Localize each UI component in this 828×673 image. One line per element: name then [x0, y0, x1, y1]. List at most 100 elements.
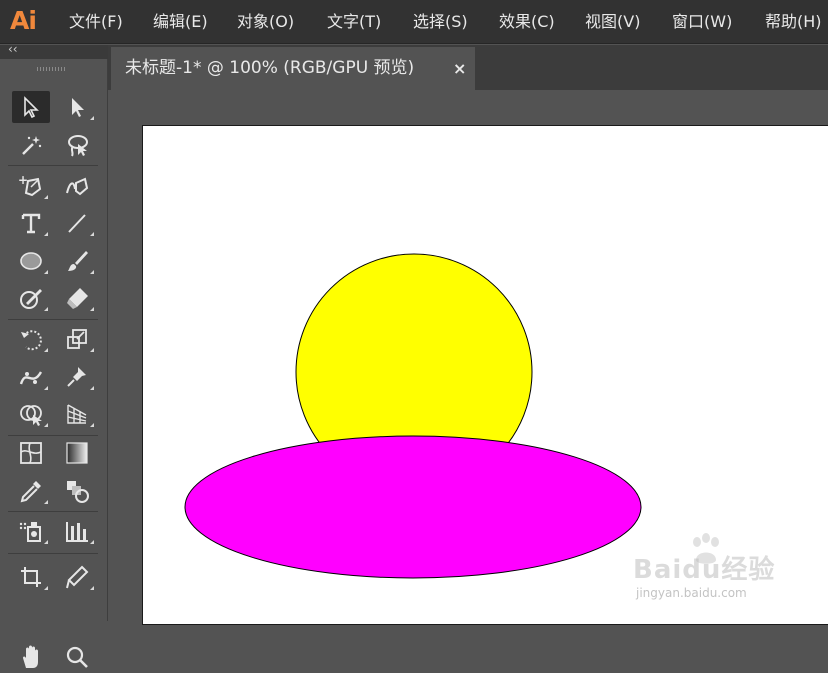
type-tool[interactable] [12, 207, 50, 239]
symbol-sprayer-icon [19, 522, 41, 542]
eyedropper-icon [20, 481, 41, 503]
tool-group-indicator [44, 307, 48, 311]
paintbrush-tool[interactable] [58, 245, 96, 277]
tool-group-indicator [90, 307, 94, 311]
eyedropper-tool[interactable] [12, 475, 50, 507]
tool-divider [8, 319, 98, 320]
tool-divider [8, 165, 98, 166]
blend-tool[interactable] [58, 475, 96, 507]
tool-group-indicator [44, 586, 48, 590]
tool-group-indicator [90, 586, 94, 590]
pen-tool[interactable]: + [12, 170, 50, 202]
ellipse-tool[interactable] [12, 245, 50, 277]
mesh-tool-icon [20, 442, 42, 464]
rotate-tool-icon [21, 330, 42, 351]
eraser-tool[interactable] [58, 282, 96, 314]
blend-tool-icon [67, 481, 89, 503]
collapse-panel-icon[interactable]: ‹‹ [8, 42, 18, 56]
artboard-tool-icon [21, 567, 41, 587]
tool-group-indicator [90, 270, 94, 274]
lasso-tool[interactable] [58, 129, 96, 161]
panel-grip[interactable] [37, 67, 67, 71]
tool-group-indicator [90, 116, 94, 120]
magic-wand-tool[interactable] [12, 129, 50, 161]
tool-group-indicator [90, 232, 94, 236]
menu-select[interactable]: 选择(S) [413, 0, 468, 44]
tool-group-indicator [44, 348, 48, 352]
tool-divider [8, 511, 98, 512]
tools-panel-header: ‹‹ [0, 42, 108, 59]
gradient-tool-icon [66, 442, 88, 464]
selection-arrow-icon [24, 96, 39, 119]
app-logo: Ai [10, 6, 37, 35]
menu-view[interactable]: 视图(V) [585, 0, 640, 44]
direct-selection-icon [72, 98, 84, 117]
hand-tool[interactable] [12, 641, 50, 673]
selection-tool[interactable] [12, 91, 50, 123]
tool-group-indicator [44, 232, 48, 236]
eraser-icon [67, 288, 88, 309]
symbol-sprayer-tool[interactable] [12, 515, 50, 547]
gradient-tool[interactable] [58, 437, 96, 469]
direct-selection-tool[interactable] [58, 91, 96, 123]
puppet-warp-pin-icon [67, 367, 86, 387]
menu-window[interactable]: 窗口(W) [672, 0, 732, 44]
artboard-tool[interactable] [12, 561, 50, 593]
document-tab[interactable]: 未标题-1* @ 100% (RGB/GPU 预览) × [111, 47, 475, 90]
rotate-tool[interactable] [12, 323, 50, 355]
perspective-grid-icon [67, 404, 87, 424]
column-graph-icon [66, 522, 88, 542]
menu-bar: Ai 文件(F) 编辑(E) 对象(O) 文字(T) 选择(S) 效果(C) 视… [0, 0, 828, 44]
pen-tool-icon: + [18, 173, 42, 197]
menu-object[interactable]: 对象(O) [237, 0, 294, 44]
watermark-brand: Baidu经验 [633, 555, 776, 585]
paintbrush-icon [68, 251, 88, 271]
tool-group-indicator [90, 386, 94, 390]
puppet-warp-tool[interactable] [58, 361, 96, 393]
tool-group-indicator [90, 348, 94, 352]
tool-group-indicator [44, 195, 48, 199]
close-icon[interactable]: × [453, 47, 466, 90]
width-warp-icon [19, 371, 43, 385]
magenta-ellipse[interactable] [184, 435, 642, 579]
menu-edit[interactable]: 编辑(E) [153, 0, 208, 44]
mesh-tool[interactable] [12, 437, 50, 469]
perspective-grid-tool[interactable] [58, 398, 96, 430]
menu-effect[interactable]: 效果(C) [499, 0, 555, 44]
menu-type[interactable]: 文字(T) [327, 0, 381, 44]
document-tab-title: 未标题-1* @ 100% (RGB/GPU 预览) [125, 58, 415, 78]
tool-group-indicator [44, 386, 48, 390]
zoom-tool[interactable] [58, 641, 96, 673]
magic-wand-icon [22, 136, 42, 155]
curvature-pen-tool[interactable] [58, 170, 96, 202]
shaper-tool[interactable] [12, 282, 50, 314]
watermark-url: jingyan.baidu.com [636, 586, 747, 600]
shape-builder-icon [20, 405, 42, 426]
scale-tool-icon [67, 329, 87, 349]
menu-file[interactable]: 文件(F) [69, 0, 123, 44]
shaper-tool-icon [20, 289, 42, 309]
slice-tool-icon [66, 565, 89, 589]
shape-builder-tool[interactable] [12, 398, 50, 430]
tool-group-indicator [44, 500, 48, 504]
ellipse-tool-icon [20, 252, 42, 270]
document-tab-bar: 未标题-1* @ 100% (RGB/GPU 预览) × [108, 45, 828, 90]
curvature-pen-icon [66, 177, 89, 196]
svg-text:+: + [18, 173, 28, 187]
zoom-tool-icon [66, 646, 88, 668]
slice-tool[interactable] [58, 561, 96, 593]
lasso-icon [68, 135, 88, 157]
tool-group-indicator [44, 423, 48, 427]
menu-help[interactable]: 帮助(H) [765, 0, 822, 44]
hand-tool-icon [23, 645, 38, 668]
tool-divider [8, 553, 98, 554]
column-graph-tool[interactable] [58, 515, 96, 547]
line-segment-icon [68, 214, 86, 233]
tool-group-indicator [44, 270, 48, 274]
tool-group-indicator [90, 423, 94, 427]
scale-tool[interactable] [58, 323, 96, 355]
tool-divider [8, 435, 98, 436]
width-warp-tool[interactable] [12, 361, 50, 393]
type-tool-icon [21, 213, 41, 234]
line-segment-tool[interactable] [58, 207, 96, 239]
